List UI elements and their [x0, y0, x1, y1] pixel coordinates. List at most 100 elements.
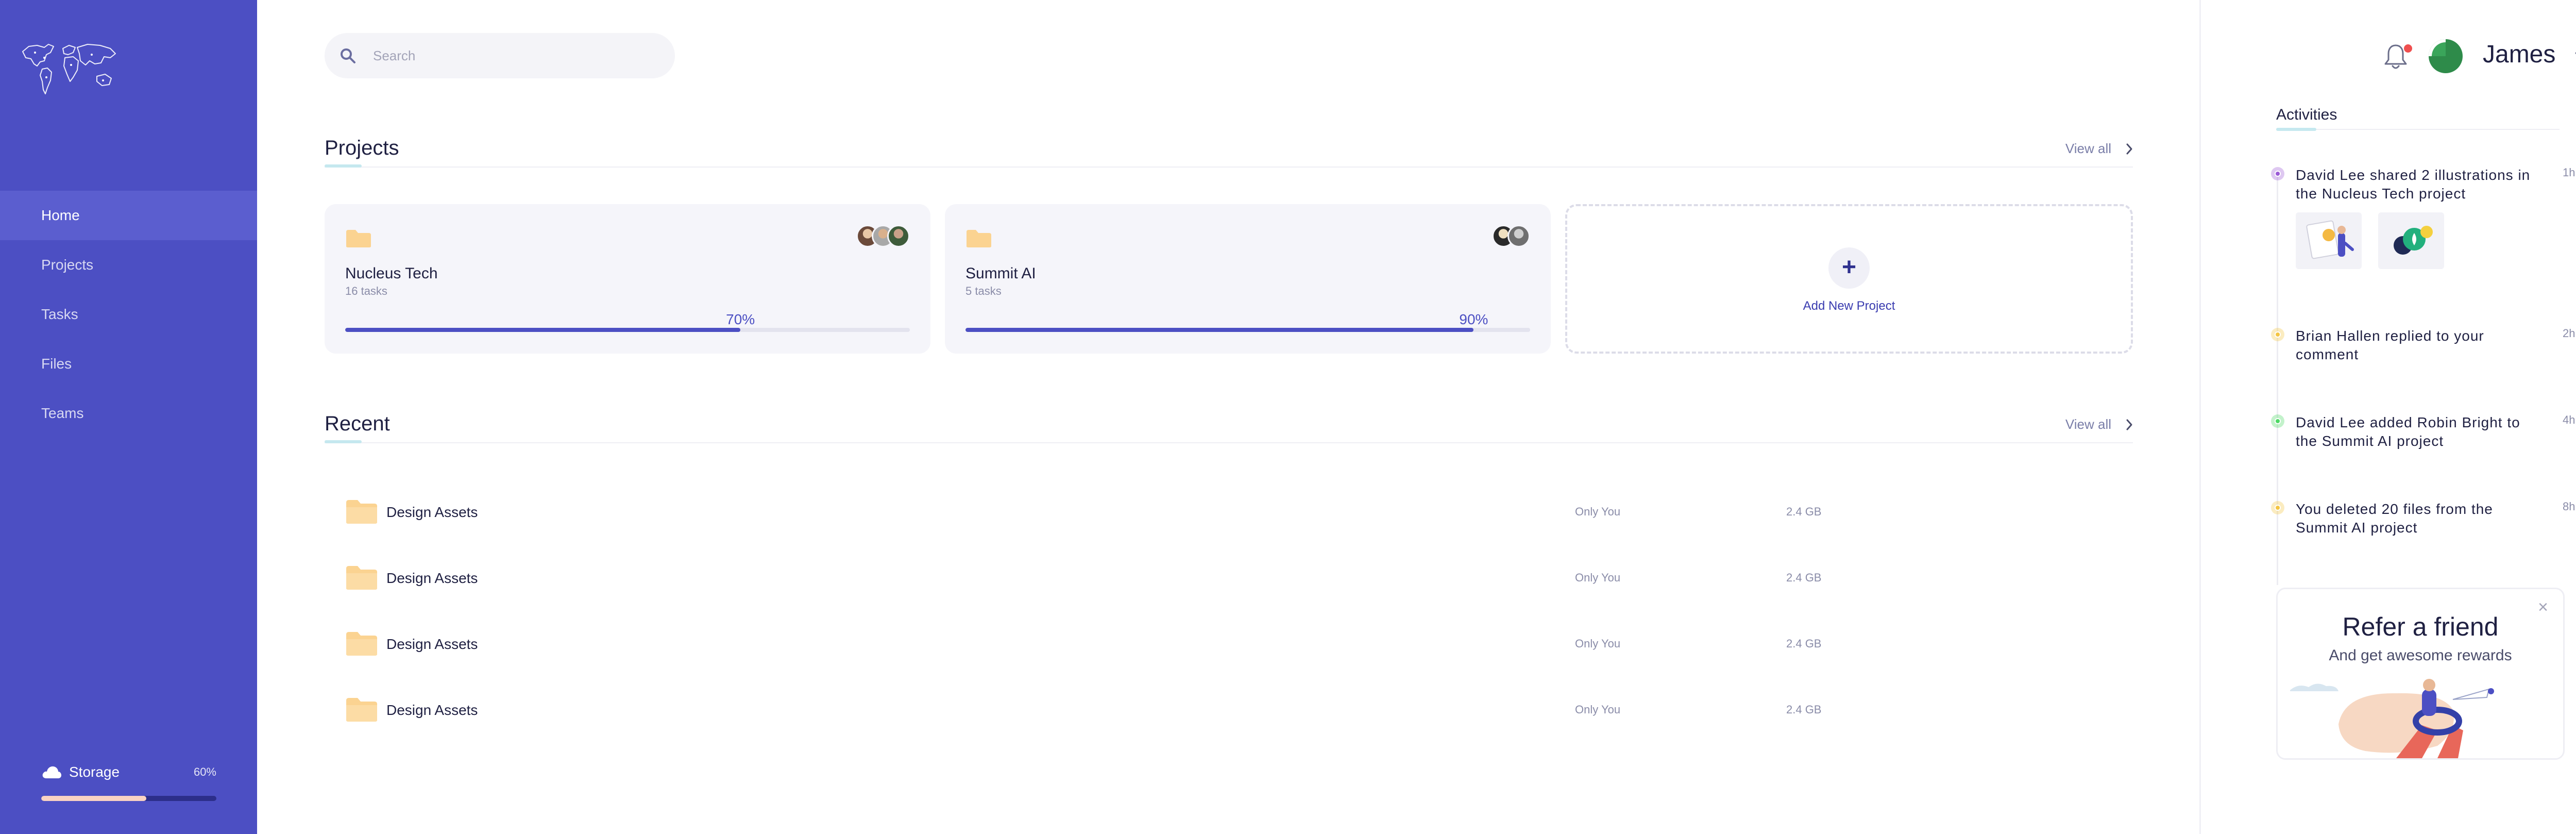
recent-item-size: 2.4 GB: [1786, 637, 1822, 650]
sidebar-item-files[interactable]: Files: [0, 339, 257, 389]
activity-time: 4h: [2563, 413, 2575, 426]
recent-row[interactable]: Design Assets Only You 2.4 GB: [325, 611, 2133, 677]
storage-percent: 60%: [193, 765, 216, 778]
refer-subtitle: And get awesome rewards: [2329, 647, 2512, 664]
recent-row[interactable]: Design Assets Only You 2.4 GB: [325, 479, 2133, 545]
add-new-project-label: Add New Project: [1803, 299, 1895, 313]
activity-time: 1h: [2563, 166, 2575, 179]
folder-icon: [346, 566, 377, 590]
recent-title-underline: [325, 440, 362, 443]
search-input[interactable]: [373, 47, 662, 64]
storage-label: Storage: [69, 764, 120, 780]
recent-item-access: Only You: [1575, 571, 1621, 584]
project-name: Nucleus Tech: [345, 265, 438, 282]
recent-item-name: Design Assets: [386, 702, 478, 718]
project-members: [856, 225, 910, 247]
activities-title-underline: [2276, 128, 2316, 131]
search-bar[interactable]: [325, 33, 675, 78]
recent-item-access: Only You: [1575, 505, 1621, 518]
cloud-icon: [42, 766, 61, 778]
member-avatar: [1507, 225, 1530, 247]
main-content: Projects View all Nucleus Tech: [257, 0, 2199, 834]
project-task-count: 5 tasks: [965, 285, 1002, 297]
refer-illustration: [2290, 679, 2494, 758]
recent-item-access: Only You: [1575, 637, 1621, 650]
projects-title-underline: [325, 164, 362, 168]
recent-title: Recent: [325, 412, 390, 435]
activity-text: You deleted 20 files from the Summit AI …: [2296, 501, 2493, 536]
user-topbar: James: [2201, 31, 2576, 82]
sidebar-item-home[interactable]: Home: [0, 191, 257, 240]
projects-title: Projects: [325, 137, 399, 159]
plus-icon: +: [1828, 247, 1870, 289]
recent-header: Recent View all: [325, 412, 2133, 443]
project-card[interactable]: Summit AI 5 tasks 90%: [945, 204, 1551, 354]
activity-dot: [2271, 414, 2284, 428]
activity-panel: James Activities David Lee shared 2 illu…: [2199, 0, 2576, 834]
projects-view-all-label: View all: [2065, 141, 2111, 156]
recent-item-access: Only You: [1575, 703, 1621, 716]
recent-item-name: Design Assets: [386, 570, 478, 586]
storage-widget: Storage 60%: [41, 762, 216, 801]
project-progress-fill: [345, 328, 741, 332]
recent-list: Design Assets Only You 2.4 GB Design Ass…: [325, 479, 2133, 743]
project-progress-percent: 70%: [726, 311, 755, 327]
folder-icon: [346, 698, 377, 722]
illustration-thumbnail[interactable]: [2296, 212, 2362, 269]
projects-header: Projects View all: [325, 137, 2133, 168]
activity-time: 2h: [2563, 327, 2575, 340]
project-card[interactable]: Nucleus Tech 16 tasks 70%: [325, 204, 930, 354]
user-avatar[interactable]: [2428, 38, 2464, 74]
sidebar-nav: Home Projects Tasks Files Teams: [0, 191, 257, 438]
activity-dot: [2271, 501, 2284, 514]
recent-item-name: Design Assets: [386, 504, 478, 520]
search-icon: [341, 48, 355, 63]
app-root: Home Projects Tasks Files Teams Storage …: [0, 0, 2576, 834]
project-progress-fill: [965, 328, 1474, 332]
activity-time: 8h: [2563, 500, 2575, 513]
folder-icon: [346, 500, 377, 524]
project-progress-track: [345, 328, 910, 332]
activities-divider: [2276, 129, 2560, 130]
activity-dot: [2271, 167, 2284, 180]
activity-attachments: [2296, 212, 2461, 269]
project-members: [1492, 225, 1530, 247]
recent-item-name: Design Assets: [386, 636, 478, 652]
recent-item-size: 2.4 GB: [1786, 703, 1822, 716]
sidebar-item-projects[interactable]: Projects: [0, 240, 257, 290]
chevron-right-icon: [2126, 419, 2132, 430]
recent-item-size: 2.4 GB: [1786, 505, 1822, 518]
activity-text: David Lee added Robin Bright to the Summ…: [2296, 414, 2520, 449]
recent-row[interactable]: Design Assets Only You 2.4 GB: [325, 545, 2133, 611]
member-avatar: [887, 225, 910, 247]
folder-icon: [346, 230, 371, 247]
project-progress-track: [965, 328, 1530, 332]
activity-text: Brian Hallen replied to your comment: [2296, 328, 2484, 362]
recent-view-all-label: View all: [2065, 416, 2111, 432]
folder-icon: [967, 230, 991, 247]
sidebar-item-teams[interactable]: Teams: [0, 389, 257, 438]
add-new-project-button[interactable]: + Add New Project: [1565, 204, 2133, 354]
illustration-thumbnail[interactable]: [2378, 212, 2444, 269]
refer-title: Refer a friend: [2342, 612, 2499, 641]
user-name[interactable]: James: [2483, 40, 2555, 69]
activities-title: Activities: [2276, 106, 2337, 123]
activity-dot: [2271, 328, 2284, 341]
world-map-logo-icon[interactable]: [20, 40, 118, 98]
projects-view-all-link[interactable]: View all: [2065, 141, 2133, 157]
recent-view-all-link[interactable]: View all: [2065, 416, 2133, 432]
project-progress-percent: 90%: [1459, 311, 1488, 327]
project-cards: Nucleus Tech 16 tasks 70% Summit AI 5 ta…: [325, 204, 2133, 354]
notification-badge: [2404, 44, 2412, 53]
storage-progress-fill: [41, 796, 146, 801]
recent-item-size: 2.4 GB: [1786, 571, 1822, 584]
project-name: Summit AI: [965, 265, 1036, 282]
sidebar-item-tasks[interactable]: Tasks: [0, 290, 257, 339]
storage-progress-track: [41, 796, 216, 801]
folder-icon: [346, 632, 377, 656]
recent-row[interactable]: Design Assets Only You 2.4 GB: [325, 677, 2133, 743]
activity-timeline-line: [2277, 173, 2278, 585]
sidebar: Home Projects Tasks Files Teams Storage …: [0, 0, 257, 834]
refer-a-friend-card[interactable]: × Refer a friend And get awesome rewards: [2276, 588, 2565, 760]
chevron-right-icon: [2126, 143, 2132, 154]
